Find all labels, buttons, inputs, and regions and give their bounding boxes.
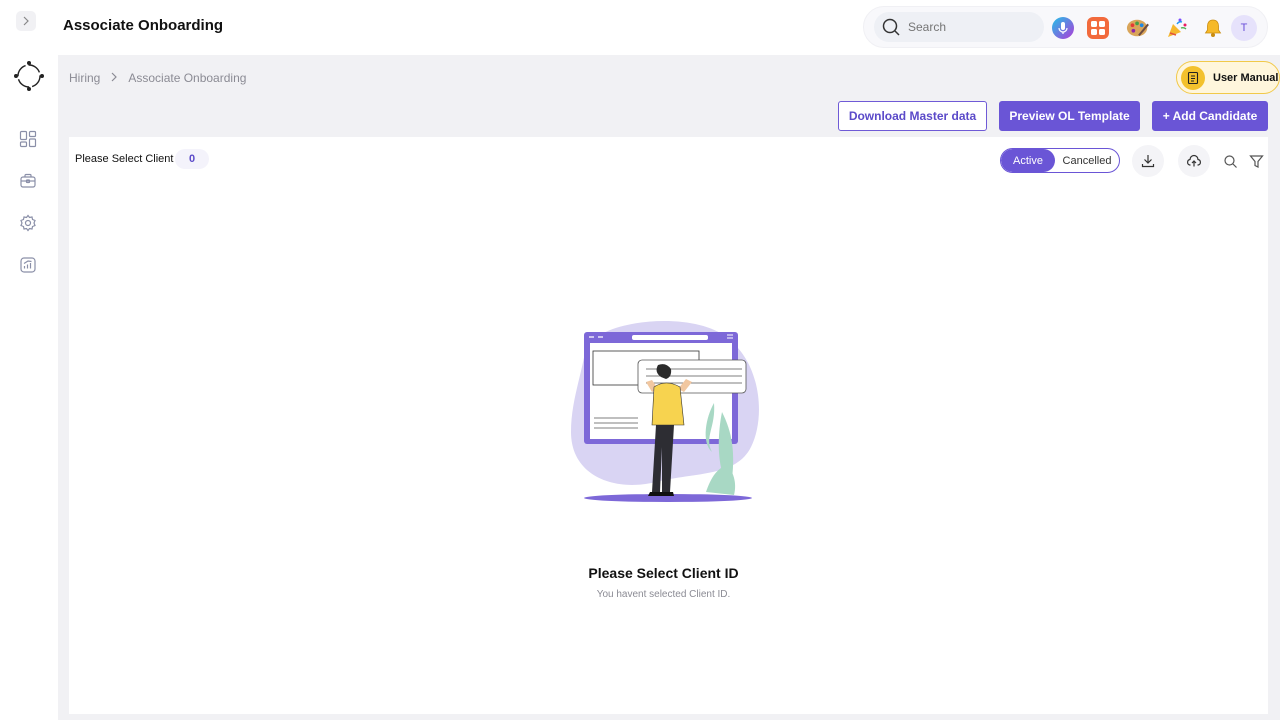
palette-icon	[1126, 19, 1149, 37]
user-manual-button[interactable]: User Manual	[1176, 61, 1280, 94]
expand-sidebar-button[interactable]	[16, 11, 36, 31]
notifications-button[interactable]	[1201, 16, 1225, 40]
voice-button[interactable]	[1051, 16, 1075, 40]
chevron-right-icon	[23, 16, 29, 26]
status-toggle: Active Cancelled	[1000, 148, 1120, 173]
search-box[interactable]	[874, 12, 1044, 42]
microphone-icon	[1052, 17, 1074, 39]
orbit-logo-icon	[14, 61, 44, 91]
app-logo[interactable]	[11, 58, 47, 94]
status-cancelled-option[interactable]: Cancelled	[1055, 149, 1119, 172]
nav-dashboard[interactable]	[18, 129, 38, 149]
empty-state-subtitle: You havent selected Client ID.	[596, 589, 731, 600]
upload-button[interactable]	[1178, 145, 1210, 177]
filter-button[interactable]	[1240, 145, 1272, 177]
dashboard-icon	[19, 130, 37, 148]
empty-state-illustration	[571, 320, 759, 502]
breadcrumb-item-current: Associate Onboarding	[128, 71, 247, 85]
preview-ol-template-button[interactable]: Preview OL Template	[999, 101, 1140, 131]
user-avatar[interactable]: T	[1231, 15, 1257, 41]
page-title: Associate Onboarding	[63, 17, 224, 34]
download-master-data-button[interactable]: Download Master data	[838, 101, 987, 131]
book-icon	[1181, 65, 1205, 90]
briefcase-icon	[20, 173, 36, 188]
status-active-option[interactable]: Active	[1001, 149, 1055, 172]
top-header: Associate Onboarding T	[58, 0, 1280, 55]
header-toolbar: T	[863, 6, 1268, 48]
empty-state-title: Please Select Client ID	[588, 565, 739, 581]
download-icon	[1141, 155, 1155, 168]
chevron-right-icon	[110, 72, 118, 85]
add-candidate-button[interactable]: + Add Candidate	[1152, 101, 1268, 131]
settings-icon	[20, 214, 36, 232]
client-count-badge: 0	[175, 149, 209, 169]
download-button[interactable]	[1132, 145, 1164, 177]
cloud-upload-icon	[1187, 154, 1201, 167]
client-select-label[interactable]: Please Select Client	[75, 153, 173, 165]
whats-new-button[interactable]	[1165, 16, 1189, 40]
search-input[interactable]	[908, 20, 1028, 34]
apps-button[interactable]	[1086, 16, 1110, 40]
theme-button[interactable]	[1126, 16, 1150, 40]
nav-jobs[interactable]	[18, 171, 38, 191]
breadcrumb: Hiring Associate Onboarding	[69, 71, 246, 85]
main-content: Hiring Associate Onboarding User Manual …	[58, 55, 1280, 720]
user-manual-label: User Manual	[1213, 71, 1279, 84]
nav-analytics[interactable]	[18, 255, 38, 275]
apps-grid-icon	[1087, 17, 1109, 39]
bell-icon	[1204, 19, 1222, 37]
candidates-panel: Please Select Client 0 Active Cancelled	[69, 137, 1268, 714]
party-popper-icon	[1168, 18, 1187, 37]
search-icon	[882, 18, 900, 36]
filter-icon	[1248, 154, 1264, 168]
search-icon	[1223, 154, 1237, 168]
breadcrumb-item-hiring[interactable]: Hiring	[69, 71, 100, 85]
analytics-icon	[20, 257, 36, 273]
nav-settings[interactable]	[18, 213, 38, 233]
left-rail	[0, 0, 58, 720]
